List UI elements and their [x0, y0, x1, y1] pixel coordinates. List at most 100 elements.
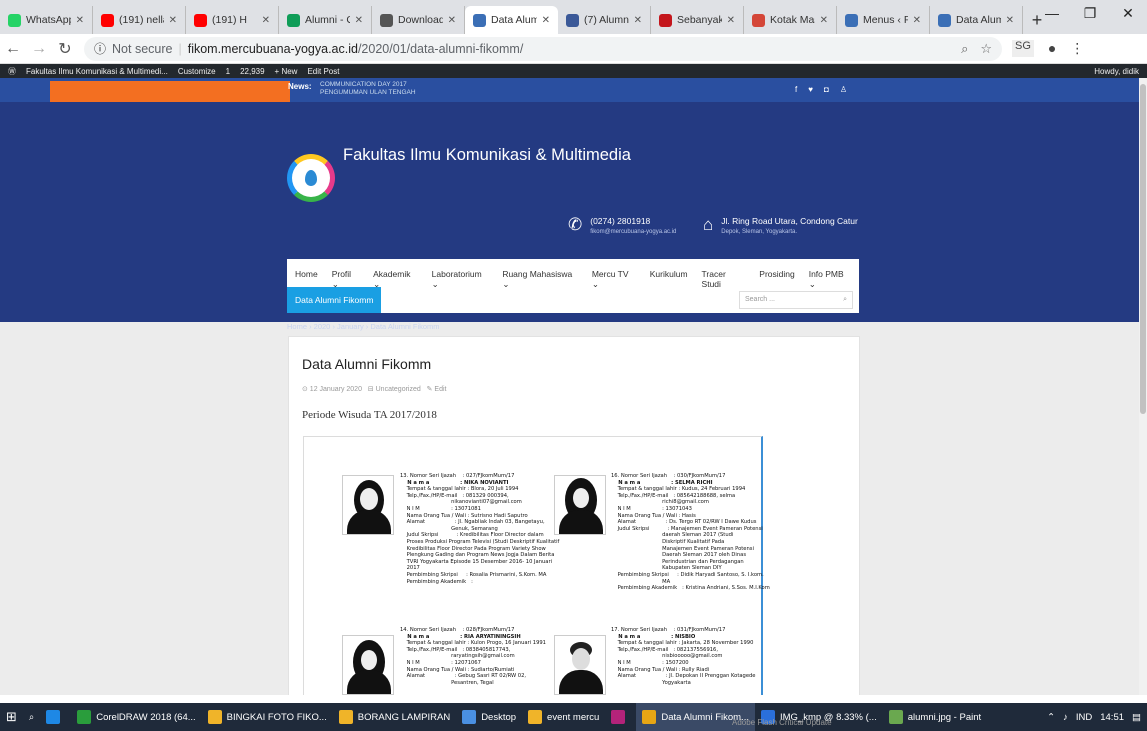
restore-icon[interactable]: ❐: [1071, 0, 1109, 30]
browser-tab[interactable]: Menus ‹ Fa ✕: [837, 6, 930, 34]
nav-item[interactable]: Home: [295, 269, 318, 279]
extension-icon[interactable]: SG: [1012, 40, 1034, 57]
back-icon[interactable]: ←: [0, 40, 26, 58]
start-button[interactable]: ⊞: [0, 703, 23, 731]
window-controls: — ❐ ✕: [1033, 0, 1147, 30]
browser-tab[interactable]: Downloads ✕: [372, 6, 465, 34]
taskbar-app[interactable]: event mercu: [522, 703, 605, 731]
menu-kebab-icon[interactable]: ⋮: [1070, 40, 1084, 57]
alumni-photo: [342, 635, 394, 695]
post-date[interactable]: ⊙ 12 January 2020: [302, 386, 362, 393]
tab-close-icon[interactable]: ✕: [355, 15, 363, 26]
site-header: Fakultas Ilmu Komunikasi & Multimedia ✆ …: [0, 102, 1139, 331]
logo-drop-icon: [305, 170, 317, 186]
nav-item[interactable]: Ruang Mahasiswa ⌄: [502, 269, 578, 289]
taskbar-app[interactable]: CorelDRAW 2018 (64...: [71, 703, 201, 731]
new-link[interactable]: + New: [275, 67, 298, 76]
taskbar-app[interactable]: [605, 703, 636, 731]
fikomm-logo[interactable]: [287, 154, 335, 202]
edit-post-link[interactable]: Edit Post: [307, 67, 339, 76]
admin-site-link[interactable]: Fakultas Ilmu Komunikasi & Multimedi...: [26, 67, 168, 76]
taskbar-app-label: alumni.jpg - Paint: [907, 711, 982, 723]
zoom-icon[interactable]: ⌕: [961, 41, 968, 57]
tab-close-icon[interactable]: ✕: [542, 15, 550, 26]
nav-item[interactable]: Kurikulum: [650, 269, 688, 279]
tab-close-icon[interactable]: ✕: [448, 15, 456, 26]
search-input[interactable]: Search ... ⌕: [739, 291, 853, 309]
page-scrollbar[interactable]: [1139, 78, 1147, 695]
profile-icon[interactable]: ●: [1048, 40, 1056, 57]
search-button[interactable]: ⌕: [23, 703, 40, 731]
tab-close-icon[interactable]: ✕: [634, 15, 642, 26]
url-path: /2020/01/data-alumni-fikomm/: [357, 41, 524, 56]
tray-chevron-icon[interactable]: ⌃: [1047, 712, 1055, 723]
browser-tab[interactable]: (191) H ✕: [186, 6, 279, 34]
news-ticker[interactable]: COMMUNICATION DAY 2017 PENGUMUMAN ULAN T…: [320, 81, 520, 97]
tab-title: (7) Alumni: [584, 14, 629, 26]
alumni-scan-image[interactable]: 13. Nomor Seri Ijazah : 027/FJkomMum/17 …: [303, 436, 770, 695]
forward-icon[interactable]: →: [26, 40, 52, 58]
browser-tab[interactable]: Data Alum ✕: [465, 6, 558, 34]
browser-tab[interactable]: (191) nella ✕: [93, 6, 186, 34]
browser-tab[interactable]: Alumni - G ✕: [279, 6, 372, 34]
website-viewport: News: COMMUNICATION DAY 2017 PENGUMUMAN …: [0, 78, 1139, 695]
nav-item[interactable]: Akademik ⌄: [373, 269, 418, 289]
reload-icon[interactable]: ↻: [52, 39, 78, 59]
taskbar-app[interactable]: BINGKAI FOTO FIKO...: [202, 703, 333, 731]
tab-title: Data Alum: [956, 14, 1001, 26]
taskbar-app[interactable]: [40, 703, 71, 731]
twitter-icon[interactable]: ♥: [808, 85, 813, 94]
nav-item[interactable]: Info PMB ⌄: [809, 269, 851, 289]
volume-icon[interactable]: ♪: [1063, 712, 1068, 723]
browser-tab[interactable]: (7) Alumni ✕: [558, 6, 651, 34]
tab-close-icon[interactable]: ✕: [169, 15, 177, 26]
nav-item[interactable]: Prosiding: [759, 269, 794, 279]
browser-tab[interactable]: WhatsApp ✕: [0, 6, 93, 34]
nav-item[interactable]: Profil ⌄: [332, 269, 359, 289]
minimize-icon[interactable]: —: [1033, 0, 1071, 30]
wordpress-icon[interactable]: Ⓦ: [8, 66, 16, 77]
breadcrumb[interactable]: Home › 2020 › January › Data Alumni Fiko…: [287, 322, 440, 331]
tab-close-icon[interactable]: ✕: [76, 15, 84, 26]
taskbar-app-label: BORANG LAMPIRAN: [357, 711, 451, 723]
clock[interactable]: 14:51: [1100, 712, 1124, 723]
tab-close-icon[interactable]: ✕: [1006, 15, 1014, 26]
comments-count[interactable]: 22,939: [240, 67, 264, 76]
browser-tab[interactable]: Data Alum ✕: [930, 6, 1023, 34]
tab-close-icon[interactable]: ✕: [262, 15, 270, 26]
user-icon[interactable]: ♙: [840, 85, 847, 94]
tab-close-icon[interactable]: ✕: [727, 15, 735, 26]
site-title[interactable]: Fakultas Ilmu Komunikasi & Multimedia: [343, 146, 631, 165]
tab-title: Data Alum: [491, 14, 537, 26]
post-category[interactable]: ⊟ Uncategorized: [368, 386, 421, 393]
taskbar-app[interactable]: alumni.jpg - Paint: [883, 703, 987, 731]
browser-tab[interactable]: Sebanyak ✕: [651, 6, 744, 34]
nav-item[interactable]: Mercu TV ⌄: [592, 269, 636, 289]
bookmark-star-icon[interactable]: ☆: [980, 41, 992, 57]
tab-favicon-icon: [845, 13, 858, 27]
app-icon: [888, 710, 903, 724]
taskbar-app[interactable]: BORANG LAMPIRAN: [333, 703, 456, 731]
search-icon[interactable]: ⌕: [843, 296, 847, 304]
flash-update-popup[interactable]: Adobe Flash Critical Update: [732, 718, 832, 727]
instagram-icon[interactable]: ◘: [824, 85, 829, 94]
browser-tab[interactable]: Kotak Mas ✕: [744, 6, 837, 34]
howdy-user[interactable]: Howdy, didik: [1094, 67, 1139, 76]
language-indicator[interactable]: IND: [1076, 712, 1092, 723]
url-bar[interactable]: ⓘ Not secure | fikom.mercubuana-yogya.ac…: [84, 36, 1002, 61]
facebook-icon[interactable]: f: [795, 85, 797, 94]
updates-count[interactable]: 1: [226, 67, 230, 76]
customize-link[interactable]: Customize: [178, 67, 216, 76]
post-edit-link[interactable]: ✎ Edit: [427, 386, 447, 393]
taskbar-app[interactable]: Desktop: [456, 703, 522, 731]
scrollbar-thumb[interactable]: [1140, 84, 1146, 414]
nav-item-data-alumni[interactable]: Data Alumni Fikomm: [287, 287, 382, 313]
nav-item[interactable]: Laboratorium ⌄: [432, 269, 489, 289]
info-icon[interactable]: ⓘ: [94, 40, 106, 57]
tab-close-icon[interactable]: ✕: [913, 15, 921, 26]
nav-item[interactable]: Tracer Studi: [702, 269, 746, 289]
notification-icon[interactable]: ▤: [1132, 712, 1141, 723]
alumni-photo: [554, 635, 606, 695]
close-icon[interactable]: ✕: [1109, 0, 1147, 30]
tab-close-icon[interactable]: ✕: [820, 15, 828, 26]
